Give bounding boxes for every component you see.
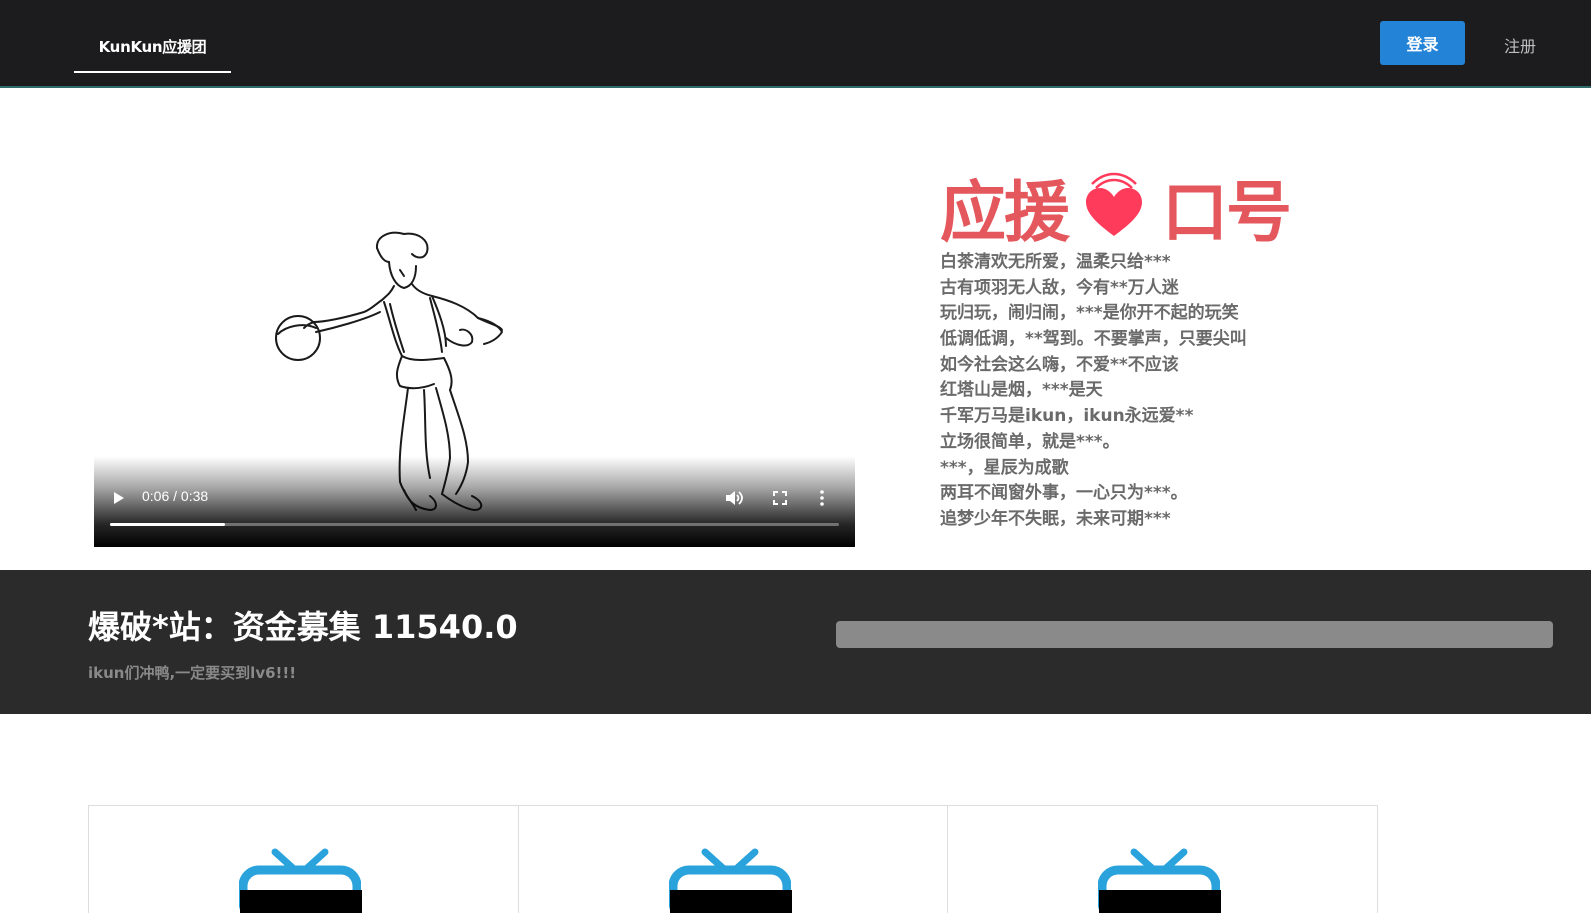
video-progress-bar[interactable] <box>110 523 839 526</box>
feature-card[interactable] <box>89 806 519 913</box>
volume-icon[interactable] <box>724 489 744 507</box>
slogan-line: 白茶清欢无所爱，温柔只给*** <box>940 252 1171 272</box>
fund-subtitle: ikun们冲鸭,一定要买到lv6!!! <box>88 664 297 682</box>
brand-tab[interactable]: KunKun应援团 <box>74 22 231 73</box>
heart-icon <box>1086 172 1142 236</box>
more-options-icon[interactable] <box>818 489 826 507</box>
register-link[interactable]: 注册 <box>1485 27 1555 63</box>
login-button[interactable]: 登录 <box>1380 21 1465 65</box>
fund-title: 爆破*站：资金募集 11540.0 <box>88 608 518 646</box>
card-row <box>88 805 1378 913</box>
slogan-line: 红塔山是烟，***是天 <box>940 380 1103 401</box>
redacted-label <box>669 890 792 913</box>
slogan-line: 低调低调，**驾到。不要掌声，只要尖叫 <box>940 329 1247 350</box>
feature-card[interactable] <box>948 806 1377 913</box>
slogan-line: 如今社会这么嗨，不爱**不应该 <box>940 354 1179 375</box>
fund-progress-bar <box>836 621 1553 648</box>
slogan-line: 两耳不闻窗外事，一心只为***。 <box>940 483 1188 504</box>
slogan-title-left: 应援 <box>940 174 1070 251</box>
video-controls: 0:06 / 0:38 <box>94 456 855 547</box>
play-icon[interactable] <box>110 489 126 507</box>
video-player[interactable]: 0:06 / 0:38 <box>94 90 855 547</box>
slogan-line: 玩归玩，闹归闹，***是你开不起的玩笑 <box>940 303 1239 324</box>
slogan-line: 古有项羽无人敌，今有**万人迷 <box>940 277 1179 298</box>
redacted-label <box>240 890 362 913</box>
feature-card[interactable] <box>519 806 949 913</box>
hero-section: 0:06 / 0:38 应援 口号 白茶清欢无所爱，温柔只给*** 古有项羽无人… <box>0 90 1591 568</box>
redacted-label <box>1099 890 1222 913</box>
slogan-heading: 应援 口号 <box>940 168 1292 251</box>
video-time: 0:06 / 0:38 <box>142 488 209 504</box>
slogan-line: 千军万马是ikun，ikun永远爱** <box>940 406 1194 427</box>
slogan-title-right: 口号 <box>1162 174 1292 251</box>
fullscreen-icon[interactable] <box>771 489 789 507</box>
slogan-list: 白茶清欢无所爱，温柔只给*** 古有项羽无人敌，今有**万人迷 玩归玩，闹归闹，… <box>940 250 1360 533</box>
video-progress-fill <box>110 523 226 526</box>
fundraising-section: 爆破*站：资金募集 11540.0 ikun们冲鸭,一定要买到lv6!!! <box>0 570 1591 714</box>
slogan-line: 立场很简单，就是***。 <box>940 431 1120 452</box>
slogan-line: ***，星辰为成歌 <box>940 457 1069 478</box>
top-navbar: KunKun应援团 登录 注册 <box>0 0 1591 88</box>
slogan-line: 追梦少年不失眠，未来可期*** <box>940 508 1171 529</box>
